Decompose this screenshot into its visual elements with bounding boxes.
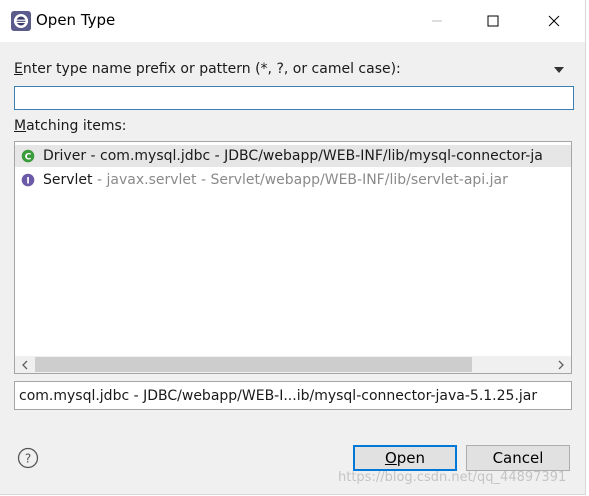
open-type-dialog: Open Type Enter type name prefix or patt…: [0, 0, 586, 495]
type-name-search-input[interactable]: [14, 86, 574, 110]
eclipse-app-icon: [11, 11, 31, 31]
matching-items-label: Matching items:: [14, 118, 126, 134]
svg-text:C: C: [25, 153, 32, 163]
open-mnemonic: O: [384, 449, 397, 467]
cancel-button[interactable]: Cancel: [466, 445, 570, 471]
selection-details-text: com.mysql.jdbc - JDBC/webapp/WEB-I...ib/…: [19, 387, 538, 404]
horizontal-scrollbar[interactable]: [15, 356, 571, 373]
cancel-label: Cancel: [492, 449, 544, 467]
scrollbar-thumb[interactable]: [35, 357, 472, 372]
svg-text:?: ?: [25, 452, 31, 466]
close-icon: [548, 15, 560, 27]
maximize-button[interactable]: [470, 0, 516, 42]
list-item-driver[interactable]: C Driver - com.mysql.jdbc - JDBC/webapp/…: [15, 145, 571, 167]
title-bar[interactable]: Open Type: [0, 0, 585, 42]
open-label: pen: [396, 449, 426, 467]
watermark-text: https://blog.csdn.net/qq_44897391: [338, 470, 567, 485]
prompt-mnemonic: E: [14, 61, 23, 77]
interface-icon: I: [21, 173, 35, 187]
close-button[interactable]: [531, 0, 577, 42]
minimize-button[interactable]: [414, 0, 460, 42]
item-detail: - com.mysql.jdbc - JDBC/webapp/WEB-INF/l…: [86, 148, 543, 164]
item-name: Servlet: [43, 172, 93, 188]
history-dropdown-icon[interactable]: [553, 66, 565, 74]
class-icon: C: [21, 149, 35, 163]
matching-text: atching items:: [26, 118, 127, 134]
matching-items-list[interactable]: C Driver - com.mysql.jdbc - JDBC/webapp/…: [14, 141, 572, 374]
dialog-content: Enter type name prefix or pattern (*, ?,…: [0, 42, 585, 494]
matching-mnemonic: M: [14, 118, 27, 134]
window-title: Open Type: [36, 11, 116, 29]
item-detail: - javax.servlet - Servlet/webapp/WEB-INF…: [92, 172, 508, 188]
type-name-prompt-label: Enter type name prefix or pattern (*, ?,…: [14, 61, 401, 77]
maximize-icon: [487, 15, 499, 27]
scroll-right-icon[interactable]: [557, 360, 565, 370]
prompt-text: nter type name prefix or pattern (*, ?, …: [22, 61, 401, 77]
open-button[interactable]: Open: [353, 445, 457, 471]
minimize-icon: [432, 20, 442, 22]
selection-details-box: com.mysql.jdbc - JDBC/webapp/WEB-I...ib/…: [14, 381, 572, 410]
help-icon[interactable]: ?: [17, 447, 39, 469]
scroll-left-icon[interactable]: [21, 360, 29, 370]
svg-text:I: I: [26, 177, 29, 187]
list-item-servlet[interactable]: I Servlet - javax.servlet - Servlet/weba…: [15, 169, 571, 191]
item-name: Driver: [43, 148, 87, 164]
